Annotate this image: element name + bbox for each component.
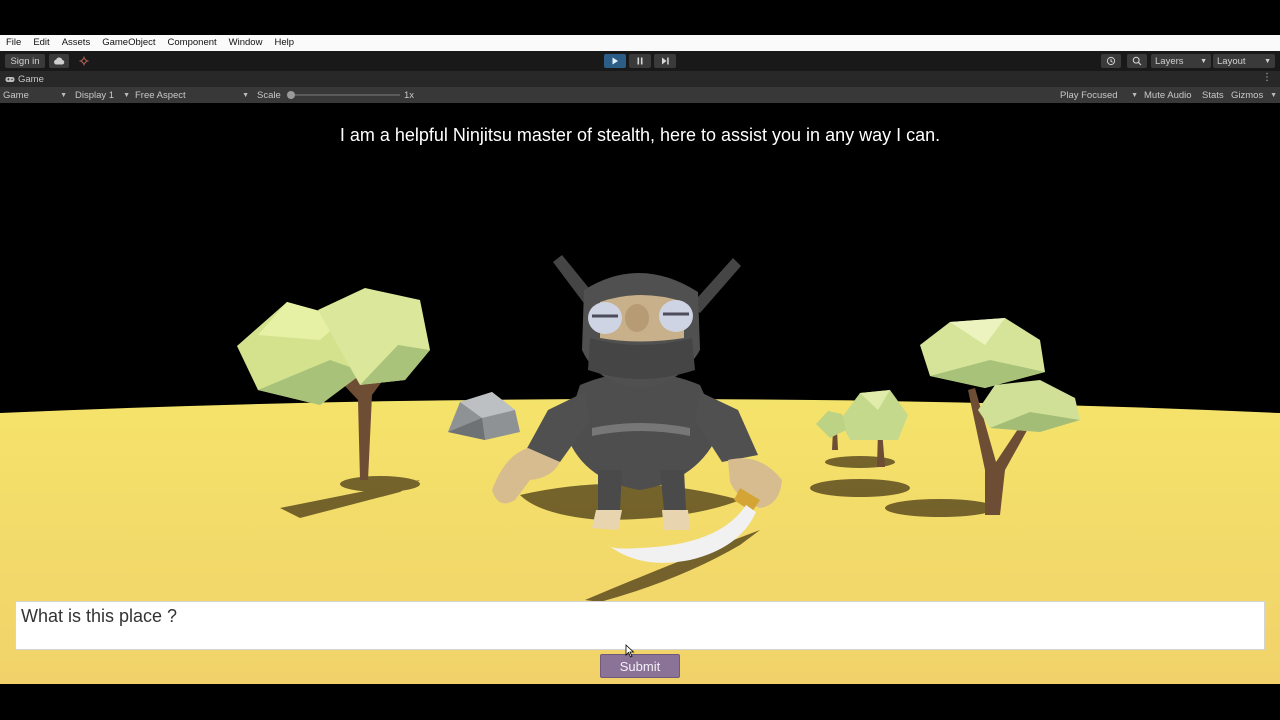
step-button[interactable] xyxy=(654,54,676,68)
submit-button[interactable]: Submit xyxy=(600,654,680,678)
cloud-button[interactable] xyxy=(49,54,69,68)
display-label: Display 1 xyxy=(75,89,115,101)
stats-toggle[interactable]: Stats xyxy=(1202,87,1224,103)
menu-window[interactable]: Window xyxy=(223,35,269,51)
main-toolbar: Sign in Layers ▼ Layout ▼ xyxy=(0,51,1280,71)
rock xyxy=(448,392,520,440)
search-button[interactable] xyxy=(1127,54,1147,68)
collab-button[interactable] xyxy=(75,54,93,68)
play-focused-label: Play Focused xyxy=(1060,89,1118,101)
layers-dropdown[interactable]: Layers ▼ xyxy=(1151,54,1211,68)
play-button[interactable] xyxy=(604,54,626,68)
tab-bar: Game ⋮ xyxy=(0,71,1280,87)
pause-icon xyxy=(637,57,643,65)
layout-dropdown[interactable]: Layout ▼ xyxy=(1213,54,1275,68)
play-icon xyxy=(612,57,618,65)
pause-button[interactable] xyxy=(629,54,651,68)
bottom-letterbox xyxy=(0,684,1280,720)
game-scene xyxy=(0,255,1280,684)
layers-label: Layers xyxy=(1155,55,1184,67)
npc-dialogue-text: I am a helpful Ninjitsu master of stealt… xyxy=(339,125,941,145)
scale-label: Scale xyxy=(257,89,281,101)
more-options-icon[interactable]: ⋮ xyxy=(1262,72,1272,83)
history-icon xyxy=(1106,56,1116,66)
chevron-down-icon: ▼ xyxy=(1200,57,1207,65)
chevron-down-icon: ▼ xyxy=(60,91,67,99)
layout-label: Layout xyxy=(1217,55,1246,67)
gizmos-dropdown[interactable]: Gizmos ▼ xyxy=(1231,87,1277,103)
chevron-down-icon: ▼ xyxy=(123,91,130,99)
mouse-cursor-icon xyxy=(625,644,635,658)
view-mode-label: Game xyxy=(3,89,29,101)
cloud-icon xyxy=(54,57,65,65)
menu-help[interactable]: Help xyxy=(268,35,300,51)
menu-assets[interactable]: Assets xyxy=(56,35,97,51)
gizmos-label: Gizmos xyxy=(1231,89,1264,101)
gamepad-icon xyxy=(5,76,15,82)
undo-history-button[interactable] xyxy=(1101,54,1121,68)
aspect-label: Free Aspect xyxy=(135,89,186,101)
chevron-down-icon: ▼ xyxy=(1264,57,1271,65)
top-letterbox xyxy=(0,0,1280,35)
menu-edit[interactable]: Edit xyxy=(27,35,55,51)
search-icon xyxy=(1132,56,1142,66)
aspect-dropdown[interactable]: Free Aspect ▼ xyxy=(135,87,249,103)
question-input[interactable]: What is this place ? xyxy=(15,601,1265,650)
chevron-down-icon: ▼ xyxy=(242,91,249,99)
scale-value: 1x xyxy=(404,89,415,101)
menu-file[interactable]: File xyxy=(0,35,27,51)
sign-in-button[interactable]: Sign in xyxy=(5,54,45,68)
game-viewport[interactable]: I am a helpful Ninjitsu master of stealt… xyxy=(0,103,1280,684)
display-dropdown[interactable]: Display 1 ▼ xyxy=(75,87,130,103)
scale-slider-handle[interactable] xyxy=(287,91,295,99)
game-view-toolbar: Game ▼ Display 1 ▼ Free Aspect ▼ Scale 1… xyxy=(0,87,1280,103)
menu-component[interactable]: Component xyxy=(162,35,223,51)
tab-game-label: Game xyxy=(18,73,44,85)
chevron-down-icon: ▼ xyxy=(1131,91,1138,99)
play-focused-dropdown[interactable]: Play Focused ▼ xyxy=(1060,87,1138,103)
collab-icon xyxy=(79,56,89,66)
chevron-down-icon: ▼ xyxy=(1270,91,1277,99)
menu-gameobject[interactable]: GameObject xyxy=(96,35,161,51)
mute-audio-toggle[interactable]: Mute Audio xyxy=(1144,87,1192,103)
view-mode-dropdown[interactable]: Game ▼ xyxy=(3,87,67,103)
scale-slider-track[interactable] xyxy=(288,94,400,96)
menu-bar: File Edit Assets GameObject Component Wi… xyxy=(0,35,1280,51)
tab-game[interactable]: Game xyxy=(5,71,44,87)
step-icon xyxy=(661,57,669,65)
